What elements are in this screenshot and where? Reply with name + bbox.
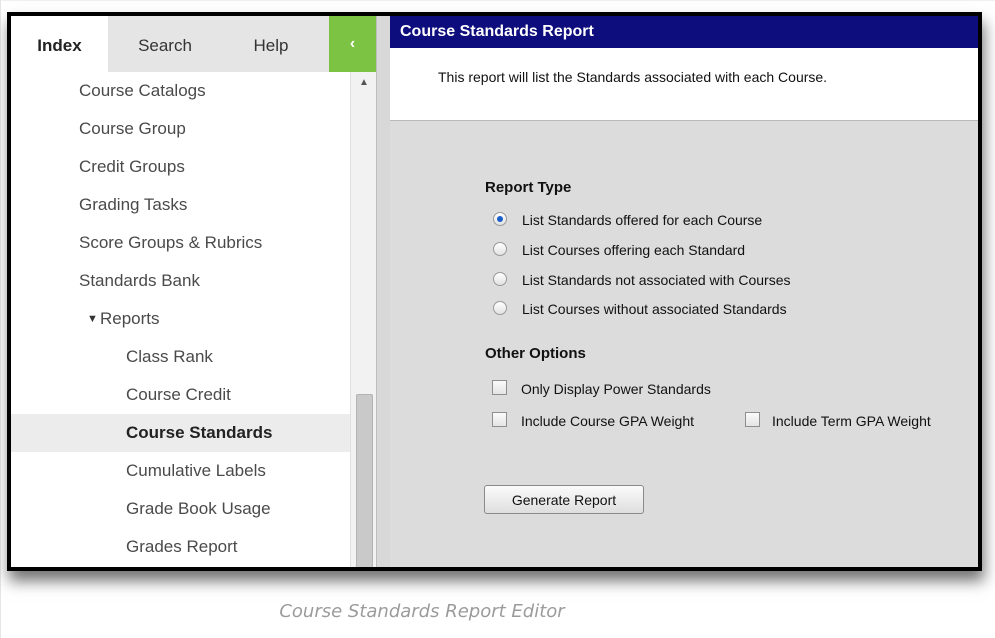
- collapse-panel-button[interactable]: ‹: [329, 16, 376, 72]
- nav-item-cumulative-labels[interactable]: Cumulative Labels: [11, 452, 350, 490]
- radio-label: List Courses without associated Standard…: [522, 301, 787, 317]
- scrollbar-thumb[interactable]: [356, 394, 373, 567]
- checkbox[interactable]: [492, 412, 507, 427]
- report-description: This report will list the Standards asso…: [438, 69, 828, 85]
- index-tree: Course Catalogs Course Group Credit Grou…: [11, 72, 350, 567]
- nav-item-label: Course Catalogs: [79, 81, 206, 100]
- radio-label: List Standards offered for each Course: [522, 212, 763, 228]
- report-title: Course Standards Report: [390, 16, 978, 48]
- description-box: This report will list the Standards asso…: [390, 48, 978, 121]
- report-type-heading: Report Type: [485, 179, 572, 196]
- nav-item-course-standards[interactable]: Course Standards: [11, 414, 350, 452]
- checkbox-label: Include Course GPA Weight: [521, 413, 695, 429]
- index-scrollbar[interactable]: ▲: [350, 72, 377, 567]
- nav-item-label: Course Group: [79, 119, 186, 138]
- nav-item-grade-book-usage[interactable]: Grade Book Usage: [11, 490, 350, 528]
- other-options-heading: Other Options: [485, 345, 586, 362]
- report-editor: Course Standards Report This report will…: [390, 16, 978, 567]
- option-power-standards[interactable]: Only Display Power Standards: [492, 379, 792, 399]
- radio-button[interactable]: [493, 212, 507, 226]
- figure-caption: Course Standards Report Editor: [279, 601, 565, 622]
- nav-item-label: Credit Groups: [79, 157, 185, 176]
- report-type-option[interactable]: List Courses offering each Standard: [493, 240, 893, 260]
- nav-item-credit-groups[interactable]: Credit Groups: [11, 148, 350, 186]
- radio-label: List Courses offering each Standard: [522, 242, 746, 258]
- index-tabs: Index Search Help ‹: [11, 16, 376, 72]
- screenshot-frame: Index Search Help ‹ Course Catalogs Cour…: [7, 12, 982, 571]
- tab-index[interactable]: Index: [11, 16, 108, 72]
- nav-item-label: Grade Book Usage: [126, 499, 271, 518]
- radio-button[interactable]: [493, 272, 507, 286]
- chevron-left-icon: ‹: [349, 35, 356, 52]
- radio-label: List Standards not associated with Cours…: [522, 272, 791, 288]
- nav-item-course-catalogs[interactable]: Course Catalogs: [11, 72, 350, 110]
- tab-help[interactable]: Help: [237, 16, 305, 72]
- nav-item-label: Standards Bank: [79, 271, 200, 290]
- nav-item-standards-bank[interactable]: Standards Bank: [11, 262, 350, 300]
- figure: Index Search Help ‹ Course Catalogs Cour…: [0, 0, 995, 638]
- page-left-rule: [0, 0, 1, 638]
- nav-item-label: Course Standards: [126, 423, 273, 442]
- nav-item-course-credit[interactable]: Course Credit: [11, 376, 350, 414]
- nav-item-label: Reports: [100, 309, 160, 328]
- generate-report-button[interactable]: Generate Report: [484, 485, 644, 514]
- nav-item-label: Grading Tasks: [79, 195, 188, 214]
- nav-item-score-groups-rubrics[interactable]: Score Groups & Rubrics: [11, 224, 350, 262]
- nav-folder-reports[interactable]: ▼ Reports: [11, 300, 350, 338]
- option-course-gpa-weight[interactable]: Include Course GPA Weight: [492, 411, 732, 431]
- index-panel: Index Search Help ‹ Course Catalogs Cour…: [11, 16, 377, 567]
- checkbox-label: Include Term GPA Weight: [772, 413, 931, 429]
- tab-search[interactable]: Search: [115, 16, 215, 72]
- checkbox[interactable]: [492, 380, 507, 395]
- nav-item-label: Grades Report: [126, 537, 238, 556]
- radio-button[interactable]: [493, 242, 507, 256]
- option-term-gpa-weight[interactable]: Include Term GPA Weight: [745, 411, 970, 431]
- nav-item-label: Score Groups & Rubrics: [79, 233, 263, 252]
- nav-item-label: Cumulative Labels: [126, 461, 266, 480]
- nav-item-class-rank[interactable]: Class Rank: [11, 338, 350, 376]
- panel-divider[interactable]: [376, 16, 391, 567]
- nav-item-grading-tasks[interactable]: Grading Tasks: [11, 186, 350, 224]
- report-type-option[interactable]: List Standards offered for each Course: [493, 210, 893, 230]
- checkbox-label: Only Display Power Standards: [521, 381, 711, 397]
- report-type-option[interactable]: List Standards not associated with Cours…: [493, 270, 893, 290]
- radio-button[interactable]: [493, 301, 507, 315]
- nav-item-course-group[interactable]: Course Group: [11, 110, 350, 148]
- expand-arrow-icon[interactable]: ▼: [87, 300, 98, 338]
- page-top-rule: [0, 0, 995, 1]
- scroll-up-arrow-icon[interactable]: ▲: [351, 72, 377, 94]
- nav-item-grades-report[interactable]: Grades Report: [11, 528, 350, 566]
- report-type-option[interactable]: List Courses without associated Standard…: [493, 299, 893, 319]
- checkbox[interactable]: [745, 412, 760, 427]
- nav-item-label: Class Rank: [126, 347, 213, 366]
- nav-item-label: Course Credit: [126, 385, 231, 404]
